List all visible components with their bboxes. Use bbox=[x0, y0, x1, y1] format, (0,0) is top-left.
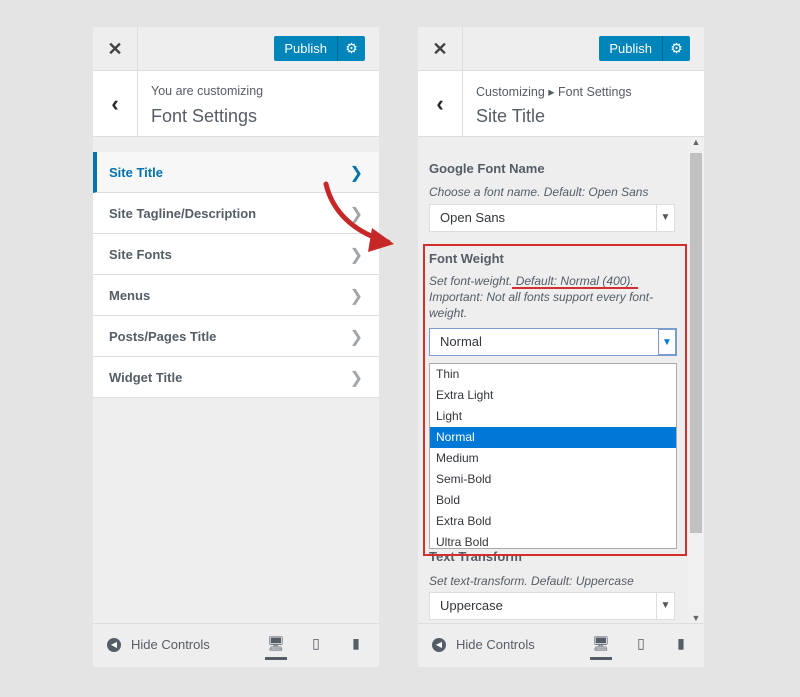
section-header: ‹ You are customizing Font Settings bbox=[93, 71, 379, 137]
menu-item-widget-title[interactable]: Widget Title ❯ bbox=[93, 357, 379, 398]
gear-icon[interactable]: ⚙ bbox=[663, 36, 690, 61]
menu-item-label: Menus bbox=[109, 287, 151, 303]
google-font-label: Google Font Name bbox=[429, 161, 545, 176]
back-icon[interactable]: ‹ bbox=[418, 71, 463, 136]
section-header: ‹ Customizing ▸ Font Settings Site Title bbox=[418, 71, 704, 137]
text-transform-value: Uppercase bbox=[440, 598, 503, 613]
close-icon[interactable]: ✕ bbox=[418, 27, 463, 71]
top-bar: ✕ Publish ⚙ bbox=[93, 27, 379, 71]
bottom-bar: ◀ Hide Controls 🖥 ▯ ▮ bbox=[418, 623, 704, 667]
gear-icon[interactable]: ⚙ bbox=[338, 36, 365, 61]
google-font-value: Open Sans bbox=[440, 210, 506, 225]
mobile-preview-icon[interactable]: ▮ bbox=[345, 635, 367, 652]
google-font-select[interactable]: Open Sans ▼ bbox=[429, 204, 675, 232]
chevron-right-icon: ❯ bbox=[349, 370, 363, 387]
text-transform-select[interactable]: Uppercase ▼ bbox=[429, 592, 675, 620]
tablet-preview-icon[interactable]: ▯ bbox=[305, 635, 327, 652]
google-font-description: Choose a font name. Default: Open Sans bbox=[429, 185, 649, 199]
scrollbar[interactable]: ▲ ▼ bbox=[688, 137, 704, 623]
text-transform-description: Set text-transform. Default: Uppercase bbox=[429, 574, 634, 588]
red-arrow-annotation bbox=[323, 181, 394, 252]
customizer-panel-right: ✕ Publish ⚙ ‹ Customizing ▸ Font Setting… bbox=[418, 27, 704, 667]
chevron-down-icon: ▼ bbox=[656, 593, 674, 619]
tablet-preview-icon[interactable]: ▯ bbox=[630, 635, 652, 652]
publish-button[interactable]: Publish bbox=[274, 36, 338, 61]
menu-item-menus[interactable]: Menus ❯ bbox=[93, 275, 379, 316]
breadcrumb: Customizing ▸ Font Settings bbox=[476, 85, 632, 99]
customizer-panel-left: ✕ Publish ⚙ ‹ You are customizing Font S… bbox=[93, 27, 379, 667]
publish-button-group: Publish ⚙ bbox=[274, 36, 365, 61]
hide-controls-label: Hide Controls bbox=[456, 637, 535, 652]
menu-item-posts-pages-title[interactable]: Posts/Pages Title ❯ bbox=[93, 316, 379, 357]
collapse-icon: ◀ bbox=[432, 637, 446, 652]
hide-controls-button[interactable]: ◀ Hide Controls bbox=[432, 637, 535, 652]
menu-item-label: Posts/Pages Title bbox=[109, 328, 217, 344]
red-highlight-annotation bbox=[423, 244, 687, 556]
scroll-down-icon[interactable]: ▼ bbox=[688, 613, 704, 623]
publish-button[interactable]: Publish bbox=[599, 36, 663, 61]
header-subtitle: You are customizing bbox=[151, 84, 264, 98]
chevron-down-icon: ▼ bbox=[656, 205, 674, 231]
publish-button-group: Publish ⚙ bbox=[599, 36, 690, 61]
header-title: Font Settings bbox=[151, 106, 258, 126]
menu-item-label: Widget Title bbox=[109, 369, 183, 385]
header-title: Site Title bbox=[476, 106, 546, 126]
collapse-icon: ◀ bbox=[107, 637, 121, 652]
scroll-thumb[interactable] bbox=[690, 153, 702, 533]
desktop-preview-icon[interactable]: 🖥 bbox=[265, 635, 287, 660]
hide-controls-button[interactable]: ◀ Hide Controls bbox=[107, 637, 210, 652]
top-bar: ✕ Publish ⚙ bbox=[418, 27, 704, 71]
menu-item-label: Site Tagline/Description bbox=[109, 205, 257, 221]
close-icon[interactable]: ✕ bbox=[93, 27, 138, 71]
menu-item-label: Site Fonts bbox=[109, 246, 172, 262]
mobile-preview-icon[interactable]: ▮ bbox=[670, 635, 692, 652]
chevron-right-icon: ❯ bbox=[349, 288, 363, 305]
bottom-bar: ◀ Hide Controls 🖥 ▯ ▮ bbox=[93, 623, 379, 667]
scroll-up-icon[interactable]: ▲ bbox=[688, 137, 704, 147]
hide-controls-label: Hide Controls bbox=[131, 637, 210, 652]
section-content: Google Font Name Choose a font name. Def… bbox=[418, 137, 688, 623]
chevron-right-icon: ❯ bbox=[349, 329, 363, 346]
desktop-preview-icon[interactable]: 🖥 bbox=[590, 635, 612, 660]
menu-item-label: Site Title bbox=[109, 164, 163, 180]
back-icon[interactable]: ‹ bbox=[93, 71, 138, 136]
